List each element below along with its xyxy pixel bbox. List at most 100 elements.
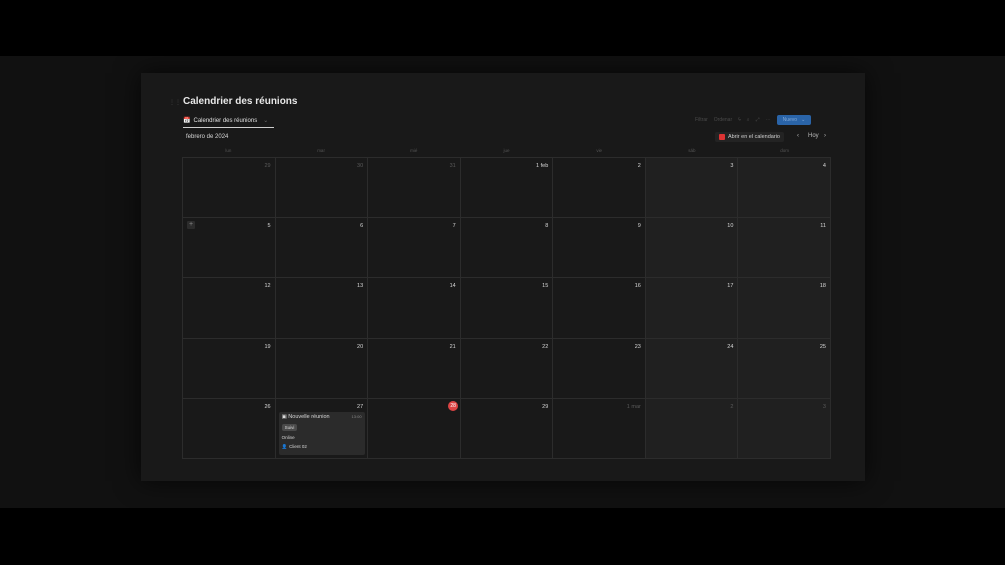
calendar-icon: 📅 — [183, 118, 191, 124]
sort-button[interactable]: Ordenar — [714, 117, 732, 123]
day-number: 11 — [820, 223, 826, 230]
calendar-app-icon — [719, 134, 725, 140]
event-title: ▣ Nouvelle réunion — [282, 414, 330, 420]
day-cell[interactable]: 25 — [738, 338, 831, 399]
status-badge: Suivi — [281, 423, 298, 431]
day-number: 18 — [819, 283, 826, 290]
day-number: 8 — [545, 223, 549, 230]
day-cell[interactable]: 15 — [460, 278, 554, 339]
day-cell[interactable]: 3 — [738, 398, 831, 459]
day-number: 24 — [727, 343, 734, 350]
next-month-button[interactable]: › — [824, 133, 826, 139]
day-number: 2 — [637, 163, 641, 169]
day-number: 3 — [822, 403, 826, 410]
chevron-down-icon[interactable]: ⌄ — [263, 117, 268, 124]
day-cell[interactable]: 20 — [275, 338, 369, 399]
day-cell[interactable]: 11 — [738, 218, 831, 279]
chevron-down-icon[interactable]: ⌄ — [801, 117, 805, 123]
day-cell[interactable]: 1 mar — [553, 398, 646, 459]
day-number: 27 — [357, 403, 364, 410]
day-number: 21 — [449, 343, 456, 350]
open-in-calendar-button[interactable]: Abrir en el calendario — [715, 132, 784, 142]
day-number: 15 — [542, 283, 549, 290]
open-calendar-label: Abrir en el calendario — [728, 134, 780, 140]
day-cell[interactable]: 30 — [275, 158, 369, 219]
day-number: 10 — [727, 223, 734, 230]
day-cell[interactable]: 7 — [368, 218, 461, 279]
day-number: 12 — [264, 283, 271, 290]
day-number: 26 — [264, 403, 271, 410]
day-number: 29 — [264, 163, 271, 169]
day-number: 6 — [360, 223, 364, 230]
client-name: Client 02 — [289, 444, 307, 450]
weekday-label: lun — [225, 148, 232, 153]
day-cell[interactable]: 24 — [645, 338, 739, 399]
weekday-label: sáb — [688, 148, 696, 153]
day-cell[interactable]: 9 — [553, 218, 646, 279]
day-cell[interactable]: 13 — [275, 278, 369, 339]
calendar-icon: ▣ — [281, 413, 287, 420]
calendar-grid: 29 30 31 1 feb 2 3 4 5 +6 7 8 9 10 11 12 13 14 15 16 17 18 19… — [182, 157, 831, 459]
day-cell[interactable]: 23 — [553, 338, 646, 399]
day-cell[interactable]: 28 — [368, 398, 461, 459]
day-cell[interactable]: 6 — [275, 218, 369, 279]
day-cell[interactable]: 1 feb — [460, 158, 554, 219]
more-icon[interactable]: ⋯ — [766, 117, 771, 123]
weekday-label: jue — [503, 148, 510, 153]
day-cell[interactable]: 29 — [183, 158, 276, 219]
expand-icon[interactable]: ⤢ — [756, 117, 760, 123]
day-cell[interactable]: 22 — [460, 338, 554, 399]
day-number: 19 — [264, 343, 271, 350]
event-client: 👤 Client 02 — [282, 444, 362, 450]
day-cell[interactable]: 26 — [183, 398, 276, 459]
tab-calendar-view[interactable]: 📅 Calendrier des réunions ⌄ — [183, 114, 275, 128]
add-event-button[interactable]: + — [187, 221, 195, 230]
day-cell[interactable]: 29 — [460, 398, 554, 459]
today-date: 28 — [448, 400, 459, 411]
weekday-label: mar — [317, 148, 325, 153]
day-number: 9 — [637, 223, 641, 230]
day-cell[interactable]: 4 — [738, 158, 831, 219]
day-number: 22 — [542, 343, 549, 350]
day-number: 17 — [727, 283, 734, 290]
day-cell[interactable]: 2 — [553, 158, 646, 219]
tab-label: Calendrier des réunions — [193, 117, 258, 124]
day-number: 14 — [449, 283, 456, 290]
person-icon: 👤 — [281, 443, 288, 449]
view-toolbar: Filtrar Ordenar ϟ ⌕ ⤢ ⋯ Nuevo ⌄ — [695, 115, 812, 125]
day-cell[interactable]: 17 — [645, 278, 739, 339]
filter-button[interactable]: Filtrar — [695, 117, 708, 123]
day-cell[interactable]: 12 — [183, 278, 276, 339]
day-cell[interactable]: 31 — [368, 158, 461, 219]
day-number: 1 mar — [626, 403, 641, 410]
new-button[interactable]: Nuevo ⌄ — [776, 115, 812, 125]
event-card[interactable]: ▣ Nouvelle réunion 13:00 Suivi Online 👤 Clien… — [278, 411, 365, 455]
day-number: 25 — [819, 343, 826, 350]
day-number: 29 — [542, 403, 549, 410]
month-label: febrero de 2024 — [186, 134, 229, 140]
day-cell[interactable]: 14 — [368, 278, 461, 339]
search-icon[interactable]: ⌕ — [747, 117, 750, 123]
day-number: 16 — [634, 283, 641, 290]
drag-handle-icon[interactable]: ⋮⋮ — [169, 99, 181, 106]
event-location: Online — [281, 434, 295, 440]
day-cell[interactable]: 16 — [553, 278, 646, 339]
day-cell[interactable]: 8 — [460, 218, 554, 279]
lightning-icon[interactable]: ϟ — [738, 117, 741, 123]
day-cell[interactable]: 27 ▣ Nouvelle réunion 13:00 Suivi Online 👤 Cli… — [275, 398, 369, 459]
prev-month-button[interactable]: ‹ — [797, 133, 799, 139]
day-cell[interactable]: 2 — [645, 398, 739, 459]
today-button[interactable]: Hoy — [808, 133, 819, 139]
day-cell[interactable]: 18 — [738, 278, 831, 339]
day-cell[interactable]: 3 — [645, 158, 739, 219]
day-number: 7 — [452, 223, 456, 230]
day-cell[interactable]: 10 — [645, 218, 739, 279]
day-cell[interactable]: 19 — [183, 338, 276, 399]
new-button-label: Nuevo — [782, 117, 798, 123]
day-cell[interactable]: 21 — [368, 338, 461, 399]
day-cell[interactable]: 5 + — [183, 218, 276, 279]
day-number: 1 feb — [536, 163, 549, 169]
weekday-label: vie — [596, 148, 603, 153]
day-number: 2 — [730, 403, 734, 410]
day-number: 23 — [634, 343, 641, 350]
